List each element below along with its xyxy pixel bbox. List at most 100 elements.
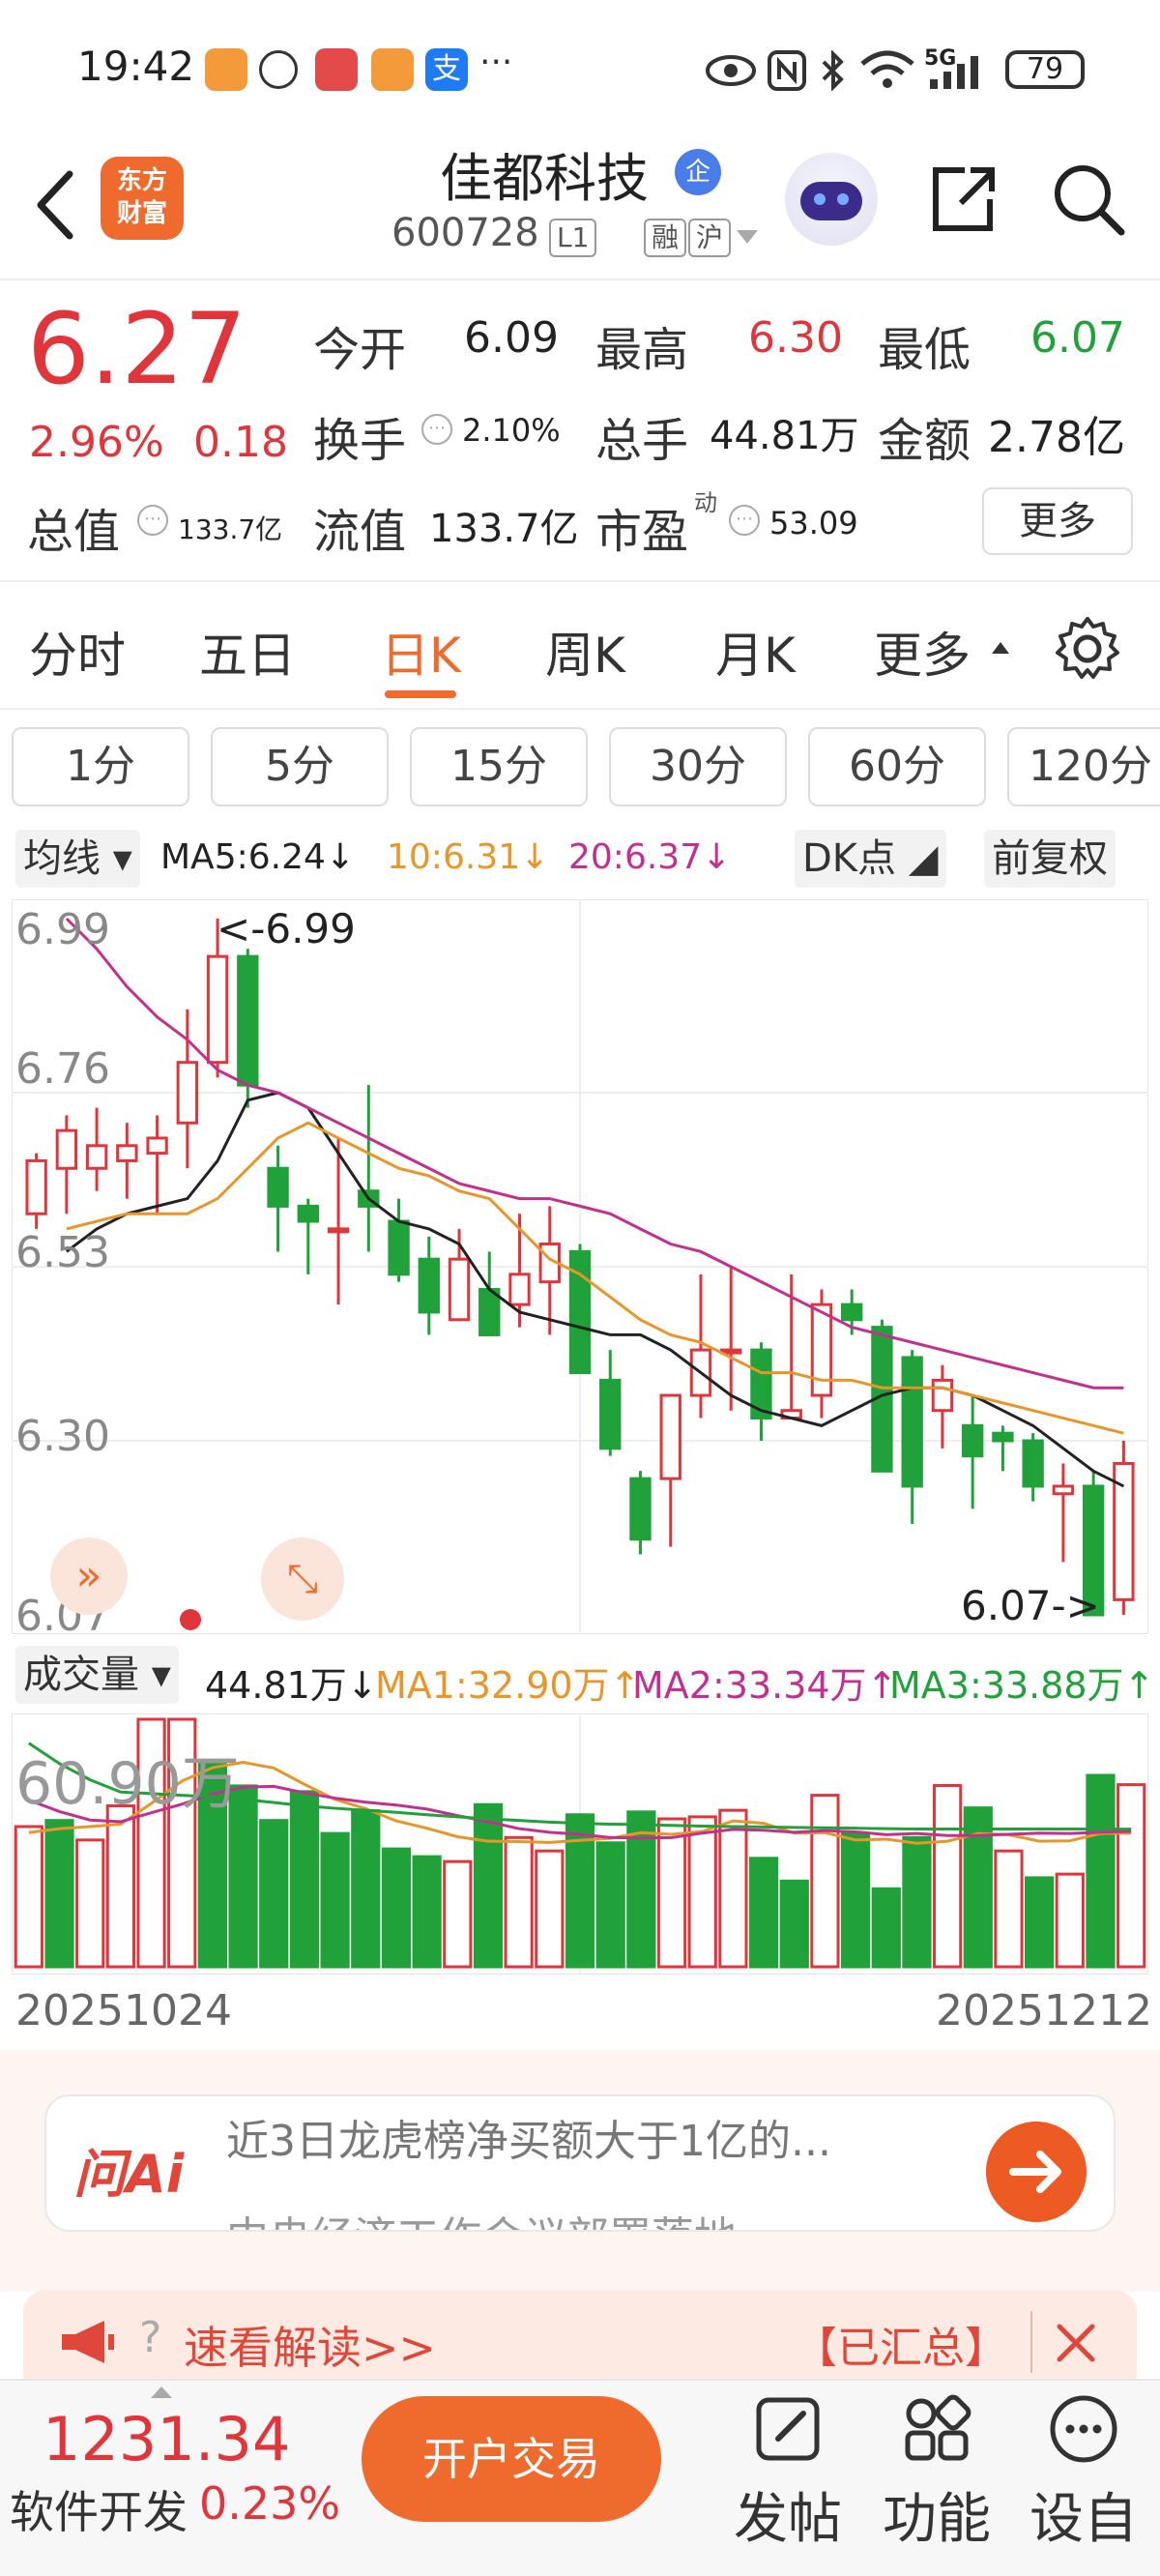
volume-bar xyxy=(44,1819,74,1969)
kline-chart[interactable]: 6.99 6.76 6.53 6.30 6.07 <-6.99 6.07-> »… xyxy=(11,898,1149,1641)
candle-body xyxy=(206,954,229,1065)
candle-body xyxy=(448,1257,471,1322)
volume-bar xyxy=(351,1809,381,1969)
open-account-trade-button[interactable]: 开户交易 xyxy=(362,2396,661,2522)
dk-point-toggle[interactable]: DK点 ◢ xyxy=(795,830,946,888)
float-value: 133.7亿 xyxy=(429,507,579,551)
period-tabs: 分时 五日 日K 周K 月K 更多 xyxy=(0,584,1160,710)
dropdown-triangle-icon[interactable] xyxy=(735,228,760,246)
candle xyxy=(25,1153,47,1229)
bluetooth-icon xyxy=(822,50,844,91)
leaf-app-icon xyxy=(259,50,298,89)
candle xyxy=(418,1236,440,1335)
arrow-right-icon[interactable] xyxy=(986,2122,1087,2222)
sector-index-value[interactable]: 1231.34 xyxy=(43,2404,290,2474)
heart-app-icon-2 xyxy=(371,48,414,91)
turnover-value: 2.10% xyxy=(462,412,561,449)
ai-suggestion-2[interactable]: 中央经济工作会议部署落地 xyxy=(226,2203,737,2230)
sector-name[interactable]: 软件开发 xyxy=(10,2477,188,2541)
corp-badge: 企 xyxy=(675,149,721,195)
candle xyxy=(931,1364,954,1449)
tab-weekly-k[interactable]: 周K xyxy=(545,617,625,687)
more-quote-button[interactable]: 更多 xyxy=(982,487,1133,555)
tab-intraday[interactable]: 分时 xyxy=(29,617,126,687)
status-bar: 19:42 支 ··· 5G 79 xyxy=(0,0,1160,135)
level-tag: L1 xyxy=(549,219,597,257)
volume-bar xyxy=(412,1855,442,1969)
search-icon[interactable] xyxy=(1048,159,1129,240)
settings-button[interactable]: 设自 xyxy=(1011,2390,1156,2554)
candle xyxy=(568,1244,592,1375)
clock: 19:42 xyxy=(77,43,195,90)
candle xyxy=(55,1115,78,1215)
volume-bar xyxy=(1116,1783,1146,1969)
volume-bar xyxy=(259,1819,289,1969)
min-price-label: 6.07-> xyxy=(961,1582,1100,1629)
candle xyxy=(750,1342,772,1441)
info-icon[interactable]: ⋯ xyxy=(137,505,168,536)
volume-bar xyxy=(320,1831,350,1969)
fullscreen-icon[interactable]: ⤡ xyxy=(261,1537,344,1621)
candle-body xyxy=(629,1477,652,1541)
candle xyxy=(961,1395,984,1509)
settings-label: 设自 xyxy=(1030,2488,1138,2551)
tab-more[interactable]: 更多 xyxy=(874,617,971,687)
interval-selector: 1分 5分 15分 30分 60分 120分 xyxy=(0,716,1160,812)
candle-body xyxy=(810,1303,833,1397)
end-date: 20251212 xyxy=(936,1986,1152,2035)
back-arrow-icon[interactable] xyxy=(27,166,85,244)
change-amount: 0.18 xyxy=(193,418,288,467)
share-icon[interactable] xyxy=(922,159,1003,240)
candle xyxy=(1022,1433,1044,1502)
adjust-mode-button[interactable]: 前复权 xyxy=(984,830,1116,888)
candle-body xyxy=(297,1204,319,1223)
ma-selector[interactable]: 均线 ▾ xyxy=(15,830,140,888)
sector-change[interactable]: 0.23% xyxy=(199,2477,340,2530)
candle-body xyxy=(327,1227,350,1234)
start-date: 20251024 xyxy=(15,1986,232,2035)
post-button[interactable]: 发帖 xyxy=(715,2390,860,2554)
ma10-line xyxy=(66,1121,1124,1435)
interval-1min[interactable]: 1分 xyxy=(12,727,189,806)
caret-up-icon[interactable] xyxy=(149,2385,174,2400)
interval-15min[interactable]: 15分 xyxy=(410,727,588,806)
interval-30min[interactable]: 30分 xyxy=(609,727,787,806)
candle xyxy=(538,1206,561,1335)
volume-legend: 成交量 ▾ 44.81万↓ MA1:32.90万↑ MA2:33.34万↑ MA… xyxy=(0,1644,1160,1712)
grid-icon xyxy=(905,2394,972,2461)
volume-indicator-selector[interactable]: 成交量 ▾ xyxy=(15,1646,179,1704)
candle xyxy=(116,1123,138,1199)
candle xyxy=(297,1198,319,1274)
volume-label: 总手 xyxy=(595,414,689,468)
volume-bar xyxy=(1025,1876,1055,1969)
candle-body xyxy=(931,1378,954,1413)
interval-5min[interactable]: 5分 xyxy=(211,727,389,806)
tab-daily-k[interactable]: 日K xyxy=(381,617,461,687)
eye-icon xyxy=(706,55,756,86)
volume-bar xyxy=(504,1835,534,1969)
close-icon[interactable] xyxy=(1052,2319,1100,2367)
help-icon: ? xyxy=(139,2313,162,2362)
candle xyxy=(659,1393,682,1547)
tab-five-day[interactable]: 五日 xyxy=(199,617,296,687)
expand-left-icon[interactable]: » xyxy=(50,1537,128,1615)
ai-suggestion-1[interactable]: 近3日龙虎榜净买额大于1亿的... xyxy=(226,2106,831,2168)
interval-120min[interactable]: 120分 xyxy=(1007,727,1160,806)
candle-body xyxy=(599,1378,622,1450)
ma10-label: 10:6.31↓ xyxy=(387,837,550,877)
event-dot[interactable] xyxy=(180,1609,201,1630)
interval-60min[interactable]: 60分 xyxy=(808,727,986,806)
info-icon[interactable]: ⋯ xyxy=(729,505,760,536)
quick-interpret-link[interactable]: 速看解读>> xyxy=(184,2313,436,2377)
functions-button[interactable]: 功能 xyxy=(864,2390,1009,2554)
ask-ai-card[interactable]: 问Ai 近3日龙虎榜净买额大于1亿的... 中央经济工作会议部署落地 xyxy=(44,2094,1116,2232)
kline-svg xyxy=(11,898,1149,1635)
summary-tag: 【已汇总】 xyxy=(795,2324,1007,2373)
info-icon[interactable]: ⋯ xyxy=(421,414,452,445)
assistant-robot-icon[interactable] xyxy=(785,153,878,246)
settings-gear-icon[interactable] xyxy=(1054,615,1121,683)
candle-body xyxy=(1022,1439,1044,1488)
ask-ai-logo: 问Ai xyxy=(73,2144,185,2205)
high-value: 6.30 xyxy=(748,313,843,363)
tab-monthly-k[interactable]: 月K xyxy=(715,617,796,687)
